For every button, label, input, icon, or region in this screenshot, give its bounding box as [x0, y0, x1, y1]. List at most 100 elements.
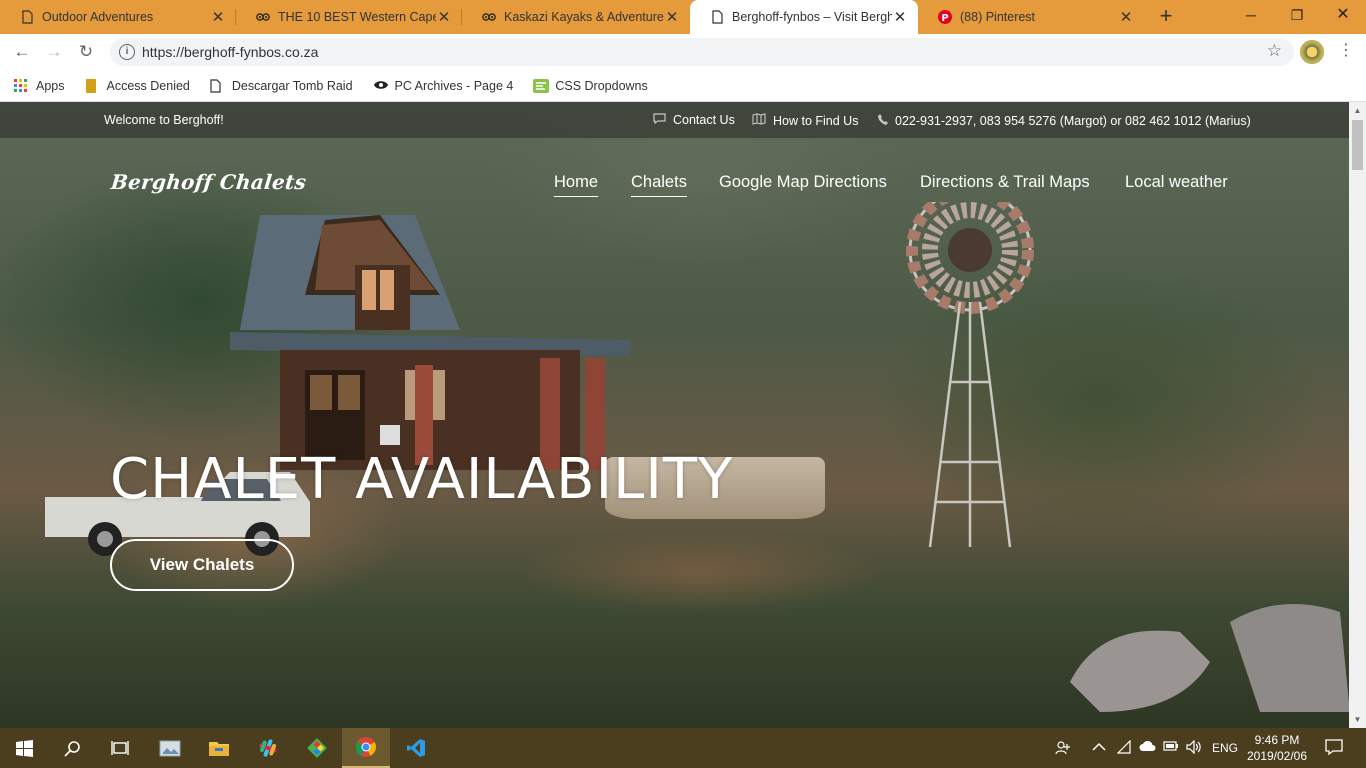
phone-icon	[878, 113, 888, 128]
rocks	[1070, 604, 1349, 712]
bookmark-label: Access Denied	[106, 78, 190, 93]
apps-grid-icon	[14, 78, 28, 93]
web-page: Welcome to Berghoff! Contact Us How to F…	[0, 102, 1349, 728]
task-view-icon[interactable]	[96, 728, 144, 768]
close-icon[interactable]: ✕	[436, 8, 452, 26]
clock-time: 9:46 PM	[1254, 733, 1300, 747]
hero-title: CHALET AVAILABILITY	[110, 447, 734, 512]
menu-icon[interactable]: ⋮	[1338, 40, 1354, 60]
info-icon[interactable]: i	[119, 44, 135, 60]
bookmark-label: CSS Dropdowns	[555, 78, 648, 93]
sourcetree-icon[interactable]	[293, 728, 341, 768]
url-text[interactable]: https://berghoff-fynbos.co.za	[142, 44, 318, 60]
bookmark-css-dropdowns[interactable]: CSS Dropdowns	[533, 78, 648, 93]
phone-info: 022-931-2937, 083 954 5276 (Margot) or 0…	[878, 113, 1251, 128]
chrome-icon[interactable]	[342, 728, 390, 768]
new-tab-button[interactable]: +	[1153, 4, 1179, 30]
page-scrollbar[interactable]: ▲ ▼	[1349, 102, 1366, 728]
tab-kaskazi-kayaks[interactable]: Kaskazi Kayaks & Adventures ✕	[462, 0, 690, 34]
map-icon	[752, 113, 766, 128]
photos-icon[interactable]	[146, 728, 194, 768]
svg-text:P: P	[941, 13, 948, 24]
bookmarks-bar: Apps Access Denied Descargar Tomb Raid P…	[0, 70, 1366, 102]
site-icon	[373, 79, 388, 93]
tripadvisor-icon	[256, 10, 270, 24]
star-icon[interactable]: ☆	[1267, 41, 1282, 61]
bookmark-label: Apps	[36, 78, 65, 93]
profile-avatar[interactable]	[1300, 40, 1324, 64]
battery-icon[interactable]	[1163, 740, 1179, 755]
nav-local-weather[interactable]: Local weather	[1125, 173, 1228, 196]
browser-toolbar: ← → ↻ i https://berghoff-fynbos.co.za ☆	[0, 34, 1366, 70]
nav-home[interactable]: Home	[554, 173, 599, 197]
windows-taskbar: ENG 9:46 PM 2019/02/06	[0, 728, 1366, 768]
how-to-find-us-link[interactable]: How to Find Us	[752, 113, 858, 128]
page-icon	[20, 10, 34, 24]
address-bar[interactable]: i https://berghoff-fynbos.co.za ☆	[110, 38, 1294, 66]
notification-icon[interactable]	[1325, 738, 1343, 759]
forward-button[interactable]: →	[42, 40, 66, 64]
nav-google-map-directions[interactable]: Google Map Directions	[719, 173, 887, 196]
start-icon[interactable]	[0, 728, 48, 768]
close-icon[interactable]: ✕	[210, 8, 226, 26]
page-icon	[710, 10, 724, 24]
contact-us-label: Contact Us	[673, 113, 735, 127]
tab-title: Kaskazi Kayaks & Adventures	[504, 10, 664, 24]
back-button[interactable]: ←	[10, 40, 34, 64]
chalet-illustration	[230, 215, 630, 470]
file-explorer-icon[interactable]	[195, 728, 243, 768]
minimize-button[interactable]: ─	[1228, 0, 1274, 30]
tab-title: THE 10 BEST Western Cape Ka	[278, 10, 436, 24]
scroll-up-icon[interactable]: ▲	[1349, 102, 1366, 119]
tripadvisor-icon	[482, 10, 496, 24]
network-icon[interactable]	[1116, 739, 1133, 757]
close-icon[interactable]: ✕	[664, 8, 680, 26]
how-to-find-us-label: How to Find Us	[773, 113, 859, 128]
volume-icon[interactable]	[1186, 739, 1202, 757]
page-icon	[210, 78, 224, 93]
scrollbar-thumb[interactable]	[1352, 120, 1363, 170]
language-indicator[interactable]: ENG	[1212, 741, 1238, 755]
tab-berghoff-fynbos[interactable]: Berghoff-fynbos – Visit Bergho ✕	[690, 0, 918, 34]
close-icon[interactable]: ✕	[892, 8, 908, 26]
windmill	[906, 202, 1034, 548]
search-icon[interactable]	[48, 728, 96, 768]
chevron-up-icon[interactable]	[1092, 740, 1106, 755]
onedrive-icon[interactable]	[1139, 740, 1157, 755]
tab-western-cape[interactable]: THE 10 BEST Western Cape Ka ✕	[236, 0, 462, 34]
bookmark-pc-archives[interactable]: PC Archives - Page 4	[373, 78, 514, 93]
chat-icon	[653, 113, 666, 127]
restore-button[interactable]: ❐	[1274, 0, 1320, 30]
slack-icon[interactable]	[244, 728, 292, 768]
bookmark-tomb-raider[interactable]: Descargar Tomb Raid	[210, 79, 353, 93]
bookmark-access-denied[interactable]: Access Denied	[85, 78, 190, 93]
close-icon[interactable]: ✕	[1118, 8, 1134, 26]
nav-chalets[interactable]: Chalets	[631, 173, 687, 197]
bookmark-apps[interactable]: Apps	[14, 78, 65, 93]
scroll-down-icon[interactable]: ▼	[1349, 711, 1366, 728]
tab-pinterest[interactable]: P (88) Pinterest ✕	[918, 0, 1144, 34]
css-icon	[533, 78, 550, 93]
phone-numbers: 022-931-2937, 083 954 5276 (Margot) or 0…	[895, 113, 1251, 128]
bookmark-label: PC Archives - Page 4	[394, 78, 514, 93]
clock-date: 2019/02/06	[1246, 749, 1308, 763]
site-logo[interactable]: Berghoff Chalets	[110, 170, 308, 194]
welcome-text: Welcome to Berghoff!	[104, 113, 224, 127]
site-top-bar: Welcome to Berghoff! Contact Us How to F…	[0, 102, 1349, 138]
bookmark-label: Descargar Tomb Raid	[231, 78, 353, 93]
tab-outdoor-adventures[interactable]: Outdoor Adventures ✕	[0, 0, 236, 34]
close-window-button[interactable]: ✕	[1320, 0, 1366, 30]
vscode-icon[interactable]	[392, 728, 440, 768]
reload-button[interactable]: ↻	[74, 40, 98, 64]
view-chalets-button[interactable]: View Chalets	[110, 539, 294, 591]
people-icon[interactable]	[1055, 740, 1071, 759]
tab-strip: Outdoor Adventures ✕ THE 10 BEST Western…	[0, 0, 1366, 34]
tab-title: Outdoor Adventures	[42, 10, 154, 24]
tab-title: (88) Pinterest	[960, 10, 1036, 24]
nav-directions-trail-maps[interactable]: Directions & Trail Maps	[920, 173, 1090, 196]
contact-us-link[interactable]: Contact Us	[653, 113, 735, 127]
tab-title: Berghoff-fynbos – Visit Bergho	[732, 10, 892, 24]
bookmark-icon	[85, 78, 99, 93]
pinterest-icon: P	[938, 10, 952, 24]
system-clock[interactable]: 9:46 PM 2019/02/06	[1244, 732, 1310, 764]
